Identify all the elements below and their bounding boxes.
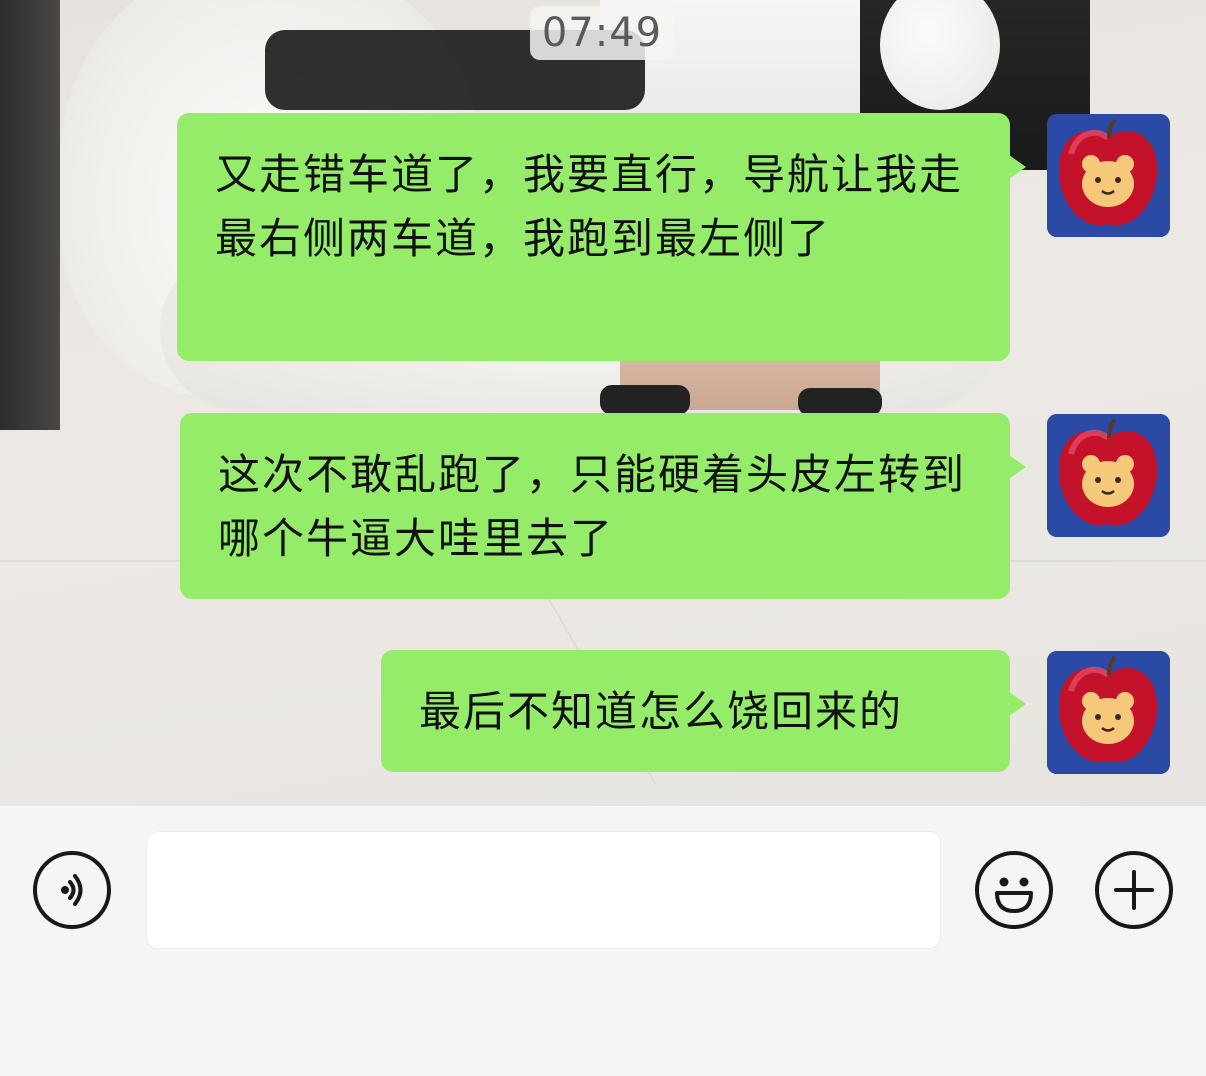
voice-icon [61, 874, 83, 906]
message-text: 又走错车道了，我要直行，导航让我走最右侧两车道，我跑到最左侧了 [215, 150, 964, 263]
message-text: 最后不知道怎么饶回来的 [419, 687, 904, 736]
emoji-button[interactable] [975, 851, 1053, 929]
background-photo-shoe [798, 388, 882, 416]
plus-icon [1114, 870, 1154, 910]
chat-message-area[interactable]: 07:49 又走错车道了，我要直行，导航让我走最右侧两车道，我跑到最左侧了 这次… [0, 0, 1206, 806]
avatar[interactable] [1047, 114, 1170, 237]
background-photo-cabinet [0, 0, 60, 430]
emoji-icon [995, 877, 1033, 913]
apple-bear-avatar-icon [1047, 651, 1170, 774]
voice-button[interactable] [33, 851, 111, 929]
avatar[interactable] [1047, 414, 1170, 537]
background-photo-shoe [600, 385, 690, 415]
apple-bear-avatar-icon [1047, 414, 1170, 537]
message-timestamp: 07:49 [530, 6, 674, 60]
avatar[interactable] [1047, 651, 1170, 774]
message-bubble[interactable]: 这次不敢乱跑了，只能硬着头皮左转到哪个牛逼大哇里去了 [180, 413, 1026, 599]
message-text: 这次不敢乱跑了，只能硬着头皮左转到哪个牛逼大哇里去了 [218, 450, 967, 563]
message-input[interactable] [146, 831, 941, 949]
apple-bear-avatar-icon [1047, 114, 1170, 237]
plus-button[interactable] [1095, 851, 1173, 929]
chat-input-bar [0, 806, 1206, 1076]
message-bubble[interactable]: 最后不知道怎么饶回来的 [381, 650, 1026, 772]
message-bubble[interactable]: 又走错车道了，我要直行，导航让我走最右侧两车道，我跑到最左侧了 [177, 113, 1026, 361]
